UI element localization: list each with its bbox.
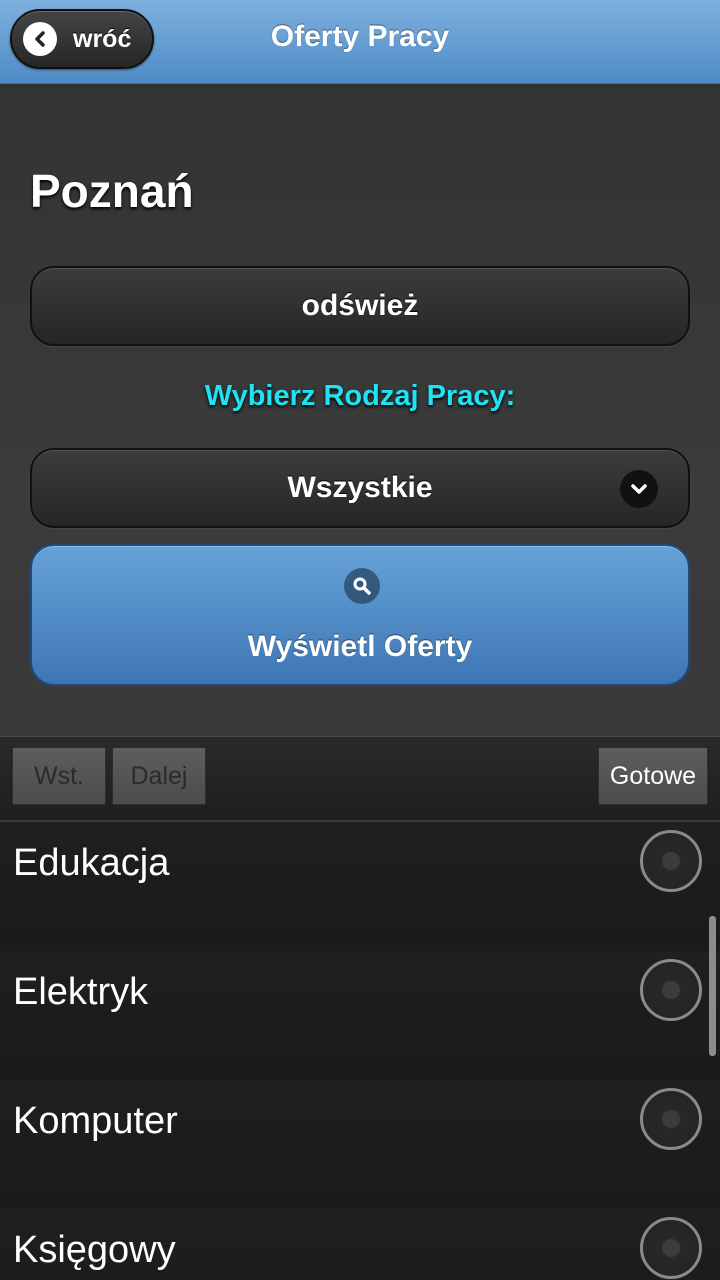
list-item[interactable]: Komputer xyxy=(0,1080,720,1209)
radio-button[interactable] xyxy=(640,1088,702,1150)
list-item[interactable]: Elektryk xyxy=(0,951,720,1080)
option-label: Elektryk xyxy=(13,971,149,1013)
job-type-select[interactable]: Wszystkie xyxy=(30,448,690,528)
option-label: Komputer xyxy=(13,1100,178,1142)
option-label: Edukacja xyxy=(13,842,170,884)
previous-button[interactable]: Wst. xyxy=(12,747,106,805)
radio-dot xyxy=(662,1239,680,1257)
show-offers-label: Wyświetl Oferty xyxy=(247,630,473,663)
search-icon xyxy=(344,568,380,604)
job-type-selected-value: Wszystkie xyxy=(287,471,433,504)
radio-button[interactable] xyxy=(640,830,702,892)
refresh-button[interactable]: odśwież xyxy=(30,266,690,346)
show-offers-button[interactable]: Wyświetl Oferty xyxy=(30,544,690,686)
city-heading: Poznań xyxy=(30,165,194,217)
radio-dot xyxy=(662,852,680,870)
radio-dot xyxy=(662,1110,680,1128)
radio-button[interactable] xyxy=(640,959,702,1021)
scrollbar[interactable] xyxy=(709,916,716,1056)
chevron-down-icon xyxy=(620,470,658,508)
option-label: Księgowy xyxy=(13,1229,176,1271)
next-button[interactable]: Dalej xyxy=(112,747,206,805)
job-type-label: Wybierz Rodzaj Pracy: xyxy=(204,380,516,412)
radio-button[interactable] xyxy=(640,1217,702,1279)
app-header: wróć Oferty Pracy xyxy=(0,0,720,84)
list-item[interactable]: Edukacja xyxy=(0,822,720,951)
picker-toolbar: Wst. Dalej Gotowe xyxy=(0,736,720,822)
list-item[interactable]: Księgowy xyxy=(0,1209,720,1280)
radio-dot xyxy=(662,981,680,999)
done-button[interactable]: Gotowe xyxy=(598,747,708,805)
job-type-options-list: Edukacja Elektryk Komputer Księgowy xyxy=(0,822,720,1280)
main-content: Poznań odśwież Wybierz Rodzaj Pracy: Wsz… xyxy=(0,84,720,736)
page-title: Oferty Pracy xyxy=(270,20,450,53)
